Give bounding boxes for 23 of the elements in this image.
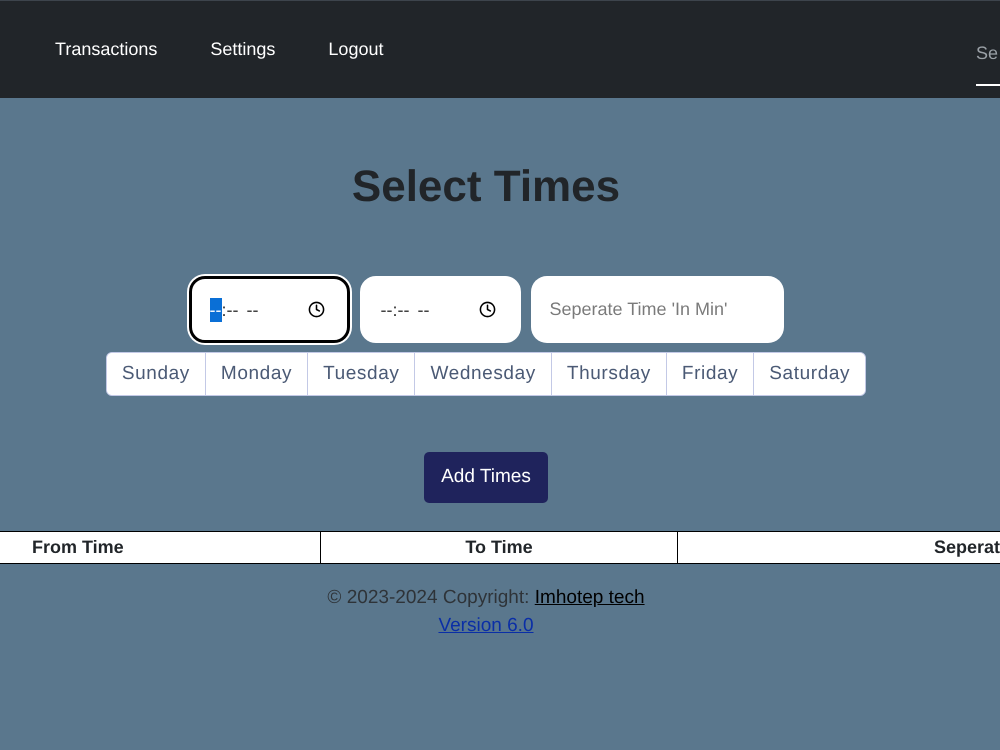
clock-icon[interactable]: [308, 301, 324, 318]
nav-link[interactable]: Transactions: [55, 36, 158, 63]
nav-link[interactable]: Logout: [328, 36, 384, 63]
time-input[interactable]: --:-- --: [360, 276, 520, 343]
copyright-text: © 2023-2024 Copyright: Imhotep tech: [327, 586, 645, 610]
time-segment[interactable]: :--: [222, 298, 238, 322]
time-input[interactable]: --:-- --: [188, 276, 350, 343]
column-header: From Time: [31, 536, 125, 559]
add-times-button[interactable]: Add Times: [424, 452, 548, 503]
clock-icon[interactable]: [478, 301, 496, 318]
column-header: To Time: [320, 532, 678, 563]
text-field[interactable]: Seperate Time 'In Min': [530, 276, 784, 343]
day-toggle-button[interactable]: Saturday: [753, 353, 866, 395]
time-segment[interactable]: --: [210, 298, 222, 322]
search-field[interactable]: Se: [976, 41, 1000, 86]
time-segment[interactable]: --: [246, 298, 258, 322]
time-segment[interactable]: --: [380, 298, 392, 322]
page-title: Select Times: [352, 161, 620, 213]
column-header: Seperat: [932, 536, 1000, 559]
time-segment[interactable]: --: [418, 298, 430, 322]
nav-link[interactable]: Settings: [210, 36, 276, 63]
time-segment[interactable]: :--: [392, 298, 410, 322]
company-link[interactable]: Imhotep tech: [534, 587, 645, 608]
